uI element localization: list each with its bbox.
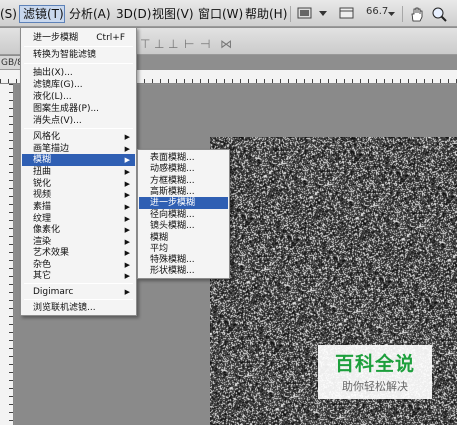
menu-item-lens-blur[interactable]: 镜头模糊... <box>139 220 228 232</box>
blur-submenu: 表面模糊... 动感模糊... 方框模糊... 高斯模糊... 进一步模糊 径向… <box>137 149 230 279</box>
menu-item-other[interactable]: 其它 ▶ <box>22 270 135 282</box>
menu-item-extract[interactable]: 抽出(X)... <box>22 67 135 79</box>
menu-item-digimarc[interactable]: Digimarc ▶ <box>22 286 135 298</box>
menu-separator <box>24 63 133 64</box>
watermark-subtitle: 助你轻松解决 <box>342 380 408 393</box>
menu-item-browse-online[interactable]: 浏览联机滤镜... <box>22 302 135 314</box>
menu-item-stylize[interactable]: 风格化 ▶ <box>22 131 135 143</box>
menu-item-motion-blur[interactable]: 动感模糊... <box>139 163 228 175</box>
menu-item-distort[interactable]: 扭曲 ▶ <box>22 166 135 178</box>
chevron-down-icon <box>319 11 327 16</box>
align-icon: ⊢ <box>184 37 195 51</box>
watermark-logo: 百科全说 助你轻松解决 <box>318 345 432 399</box>
menu-separator <box>24 283 133 284</box>
menu-select[interactable]: (S) <box>0 5 17 23</box>
screen-mode-dropdown[interactable] <box>316 5 330 23</box>
menu-item-liquify[interactable]: 液化(L)... <box>22 91 135 103</box>
menu-item-blur-more[interactable]: 进一步模糊 <box>139 197 228 209</box>
menu-item-artistic[interactable]: 艺术效果 ▶ <box>22 247 135 259</box>
chevron-down-icon <box>388 12 395 16</box>
submenu-arrow-icon: ▶ <box>124 226 130 234</box>
align-icon: ⊣ <box>200 37 211 51</box>
submenu-arrow-icon: ▶ <box>124 203 130 211</box>
submenu-arrow-icon: ▶ <box>124 133 130 141</box>
arrange-documents-button[interactable] <box>338 5 356 23</box>
screen-mode-icon <box>297 7 312 19</box>
menu-view[interactable]: 视图(V) <box>152 5 194 23</box>
hand-tool-button[interactable] <box>408 5 426 23</box>
menu-item-convert-smart-filter[interactable]: 转换为智能滤镜 <box>22 49 135 61</box>
menu-3d[interactable]: 3D(D) <box>116 5 151 23</box>
toolbar-divider <box>290 6 291 22</box>
menu-separator <box>24 128 133 129</box>
zoom-level[interactable]: 66.7 <box>366 6 388 17</box>
document-tab[interactable]: GB/8 <box>0 56 20 70</box>
filter-menu: 进一步模糊 Ctrl+F 转换为智能滤镜 抽出(X)... 滤镜库(G)... … <box>20 27 137 316</box>
distribute-icon: ⋈ <box>220 37 232 51</box>
submenu-arrow-icon: ▶ <box>124 156 130 164</box>
menu-filter[interactable]: 滤镜(T) <box>19 5 65 23</box>
submenu-arrow-icon: ▶ <box>124 272 130 280</box>
menu-bar: (S) 滤镜(T) 分析(A) 3D(D) 视图(V) 窗口(W) 帮助(H) … <box>0 0 457 27</box>
menu-item-blur[interactable]: 模糊 ▶ <box>22 154 135 166</box>
align-icon: ⊥ <box>168 37 179 51</box>
menu-separator <box>24 46 133 47</box>
menu-help[interactable]: 帮助(H) <box>245 5 287 23</box>
menu-separator <box>24 299 133 300</box>
align-icon: ⊤ <box>140 37 151 51</box>
arrange-documents-icon <box>339 7 354 19</box>
menu-window[interactable]: 窗口(W) <box>198 5 243 23</box>
menu-item-vanishing-point[interactable]: 消失点(V)... <box>22 115 135 127</box>
menu-item-video[interactable]: 视频 ▶ <box>22 189 135 201</box>
shortcut-label: Ctrl+F <box>96 33 125 43</box>
watermark-title: 百科全说 <box>334 353 415 375</box>
menu-item-pattern-maker[interactable]: 图案生成器(P)... <box>22 103 135 115</box>
align-icon: ⊥ <box>154 37 165 51</box>
zoom-tool-button[interactable] <box>430 5 448 23</box>
zoom-dropdown[interactable] <box>386 5 396 23</box>
vertical-ruler[interactable] <box>0 84 14 425</box>
submenu-arrow-icon: ▶ <box>124 288 130 296</box>
screen-mode-button[interactable] <box>296 5 314 23</box>
menu-analysis[interactable]: 分析(A) <box>69 5 111 23</box>
zoom-icon <box>432 7 447 22</box>
toolbar-divider <box>402 6 403 22</box>
submenu-arrow-icon: ▶ <box>124 168 130 176</box>
menu-item-pixelate[interactable]: 像素化 ▶ <box>22 224 135 236</box>
submenu-arrow-icon: ▶ <box>124 249 130 257</box>
menu-item-last-filter[interactable]: 进一步模糊 Ctrl+F <box>22 32 135 44</box>
submenu-arrow-icon: ▶ <box>124 191 130 199</box>
hand-icon <box>411 7 423 22</box>
menu-item-sketch[interactable]: 素描 ▶ <box>22 201 135 213</box>
menu-item-filter-gallery[interactable]: 滤镜库(G)... <box>22 79 135 91</box>
menu-item-shape-blur[interactable]: 形状模糊... <box>139 265 228 277</box>
